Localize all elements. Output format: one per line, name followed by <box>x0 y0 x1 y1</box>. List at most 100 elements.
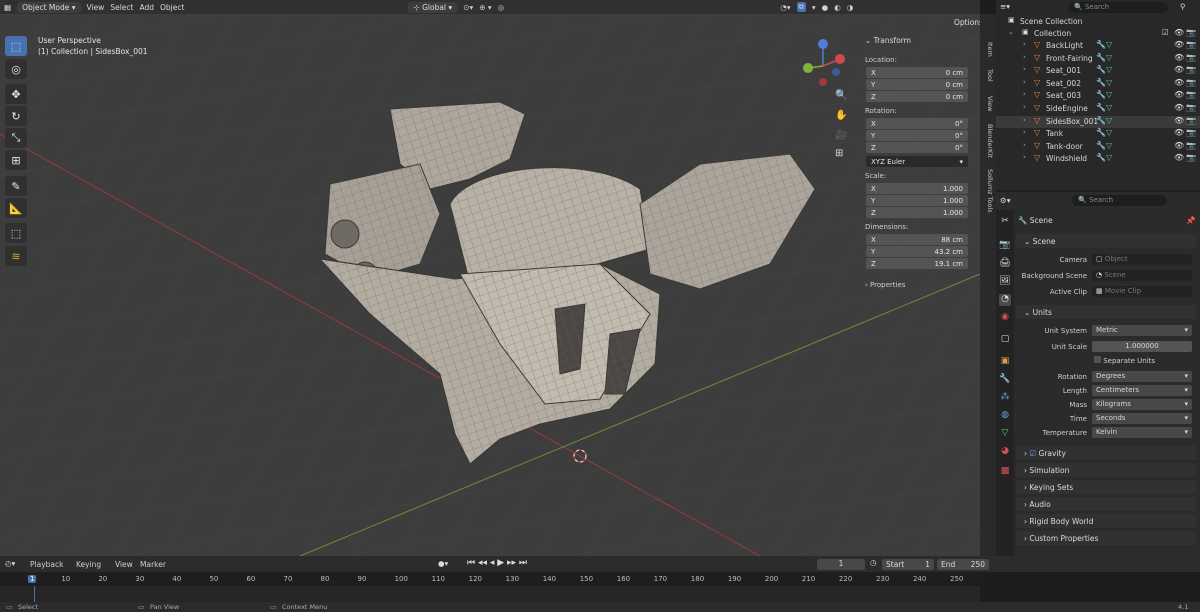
tool-tab-icon[interactable]: ✂ <box>999 216 1011 228</box>
move-tool-button[interactable]: ✥ <box>5 84 27 104</box>
shading-material-icon[interactable]: ◐ <box>834 3 841 12</box>
measure-tool-button[interactable]: 📐 <box>5 198 27 218</box>
mesh-data-icon[interactable]: ▽ <box>1106 116 1112 125</box>
mesh-data-icon[interactable]: ▽ <box>1106 153 1112 162</box>
shading-solid-icon[interactable]: ● <box>822 3 829 12</box>
properties-subpanel[interactable]: › Properties <box>865 281 905 292</box>
transform-tool-button[interactable]: ⊞ <box>5 150 27 170</box>
extra-tool-button[interactable]: ≋ <box>5 246 27 266</box>
scale-x-field[interactable]: X 1.000 <box>866 183 968 194</box>
dimensions-z-field[interactable]: Z 19.1 cm <box>866 258 968 269</box>
eye-icon[interactable]: 👁 <box>1174 128 1184 137</box>
collapse-icon[interactable]: ⌄ <box>1008 28 1014 36</box>
expand-icon[interactable]: › <box>1023 90 1026 98</box>
camera-icon[interactable]: 📷 <box>1186 28 1196 37</box>
gravity-section[interactable]: › ☑ Gravity <box>1016 446 1196 460</box>
menu-keying[interactable]: Keying <box>76 560 101 569</box>
mesh-data-icon[interactable]: ▽ <box>1106 90 1112 99</box>
select-tool-button[interactable]: ⬚ <box>5 36 27 56</box>
camera-field[interactable]: ▢ Object <box>1092 254 1192 265</box>
expand-icon[interactable]: › <box>1023 116 1026 124</box>
outliner-item[interactable]: › ▽ Tank 🔧 ▽ 👁 📷 <box>996 128 1200 140</box>
active-clip-field[interactable]: ▦ Movie Clip <box>1092 286 1192 297</box>
mesh-data-icon[interactable]: ▽ <box>1106 78 1112 87</box>
keying-sets-section[interactable]: › Keying Sets <box>1016 480 1196 494</box>
camera-view-icon[interactable]: 🎥 <box>835 130 847 141</box>
frame-ruler[interactable]: 1 10 20 30 40 50 60 70 80 90 100 110 120 130 140 150 160… <box>0 572 980 586</box>
camera-icon[interactable]: 📷 <box>1186 90 1196 99</box>
properties-type-icon[interactable]: ⚙▾ <box>1000 196 1011 205</box>
tab-tool[interactable]: Tool <box>982 69 994 82</box>
menu-select[interactable]: Select <box>110 3 133 12</box>
3d-viewport[interactable]: ⬚ ◎ ✥ ↻ ⤡ ⊞ ✎ 📐 ⬚ ≋ User Perspective (1)… <box>0 14 980 556</box>
modifier-icon[interactable]: 🔧 <box>1096 78 1106 87</box>
pin-icon[interactable]: 📌 <box>1186 216 1195 225</box>
eye-icon[interactable]: 👁 <box>1174 78 1184 87</box>
expand-icon[interactable]: › <box>1023 53 1026 61</box>
menu-add[interactable]: Add <box>139 3 154 12</box>
world-tab-icon[interactable]: ◉ <box>999 312 1011 324</box>
render-tab-icon[interactable]: 📷 <box>999 240 1011 252</box>
camera-icon[interactable]: 📷 <box>1186 65 1196 74</box>
eye-icon[interactable]: 👁 <box>1174 153 1184 162</box>
expand-icon[interactable]: › <box>1023 128 1026 136</box>
editor-type-icon[interactable]: ▦ <box>4 3 11 12</box>
proportional-edit-icon[interactable]: ◎ <box>498 3 505 12</box>
time-dropdown[interactable]: Seconds ▾ <box>1092 413 1192 424</box>
menu-object[interactable]: Object <box>160 3 184 12</box>
modifier-icon[interactable]: 🔧 <box>1096 65 1106 74</box>
current-frame-field[interactable]: 1 <box>817 559 865 570</box>
transform-title[interactable]: ⌄ Transform <box>865 36 911 47</box>
mesh-data-icon[interactable]: ▽ <box>1106 141 1112 150</box>
rotate-tool-button[interactable]: ↻ <box>5 106 27 126</box>
rotation-y-field[interactable]: Y 0° <box>866 130 968 141</box>
viewport-canvas[interactable] <box>0 14 980 556</box>
scene-collection-row[interactable]: Scene Collection ▣ <box>996 16 1200 28</box>
rotation-mode-dropdown[interactable]: XYZ Euler ▾ <box>866 156 968 167</box>
cursor-tool-button[interactable]: ◎ <box>5 59 27 79</box>
length-dropdown[interactable]: Centimeters ▾ <box>1092 385 1192 396</box>
camera-icon[interactable]: 📷 <box>1186 40 1196 49</box>
location-y-field[interactable]: Y0 cm <box>866 79 968 90</box>
modifier-icon[interactable]: 🔧 <box>1096 153 1106 162</box>
tab-blenderkit[interactable]: BlenderKit <box>982 124 994 158</box>
tab-view[interactable]: View <box>982 96 994 111</box>
location-z-field[interactable]: Z0 cm <box>866 91 968 102</box>
modifier-icon[interactable]: 🔧 <box>1096 40 1106 49</box>
outliner-item[interactable]: › ▽ SideEngine 🔧 ▽ 👁 📷 <box>996 103 1200 115</box>
annotate-tool-button[interactable]: ✎ <box>5 176 27 196</box>
unit-system-dropdown[interactable]: Metric ▾ <box>1092 325 1192 336</box>
location-x-field[interactable]: X0 cm <box>866 67 968 78</box>
custom-properties-section[interactable]: › Custom Properties <box>1016 531 1196 545</box>
modifier-icon[interactable]: 🔧 <box>1096 90 1106 99</box>
outliner-item[interactable]: › ▽ Seat_001 🔧 ▽ 👁 📷 <box>996 65 1200 77</box>
outliner-item[interactable]: › ▽ Seat_003 🔧 ▽ 👁 📷 <box>996 90 1200 102</box>
overlay-icon[interactable]: ⧉ <box>796 2 806 12</box>
pivot-icon[interactable]: ⊙▾ <box>463 3 473 12</box>
rotation-x-field[interactable]: X 0° <box>866 118 968 129</box>
eye-icon[interactable]: 👁 <box>1174 28 1184 37</box>
modifier-icon[interactable]: 🔧 <box>1096 128 1106 137</box>
options-button[interactable]: Options <box>950 17 980 28</box>
snap-icon[interactable]: ⊕ ▾ <box>479 3 491 12</box>
object-tab-icon[interactable]: ▣ <box>999 356 1011 368</box>
eye-icon[interactable]: 👁 <box>1174 141 1184 150</box>
tab-item[interactable]: Item <box>982 42 994 57</box>
outliner-item[interactable]: › ▽ Windshield 🔧 ▽ 👁 📷 <box>996 153 1200 165</box>
rotation-z-field[interactable]: Z 0° <box>866 142 968 153</box>
mass-dropdown[interactable]: Kilograms ▾ <box>1092 399 1192 410</box>
outliner-item[interactable]: › ▽ Front-Fairing 🔧 ▽ 👁 📷 <box>996 53 1200 65</box>
checkbox-icon[interactable]: ☑ <box>1162 28 1169 37</box>
timeline-type-icon[interactable]: ◴▾ <box>5 559 15 568</box>
ortho-grid-icon[interactable]: ⊞ <box>835 148 843 159</box>
separate-units-checkbox[interactable]: Separate Units <box>1094 356 1155 365</box>
modifier-icon[interactable]: 🔧 <box>1096 116 1106 125</box>
simulation-section[interactable]: › Simulation <box>1016 463 1196 477</box>
background-scene-field[interactable]: ◔ Scene <box>1092 270 1192 281</box>
eye-icon[interactable]: 👁 <box>1174 65 1184 74</box>
rotation-units-dropdown[interactable]: Degrees ▾ <box>1092 371 1192 382</box>
outliner-search[interactable]: 🔍 Search <box>1068 2 1168 13</box>
gizmo-icon[interactable]: ◔▾ <box>780 3 790 12</box>
eye-icon[interactable]: 👁 <box>1174 40 1184 49</box>
pan-hand-icon[interactable]: ✋ <box>835 110 847 121</box>
